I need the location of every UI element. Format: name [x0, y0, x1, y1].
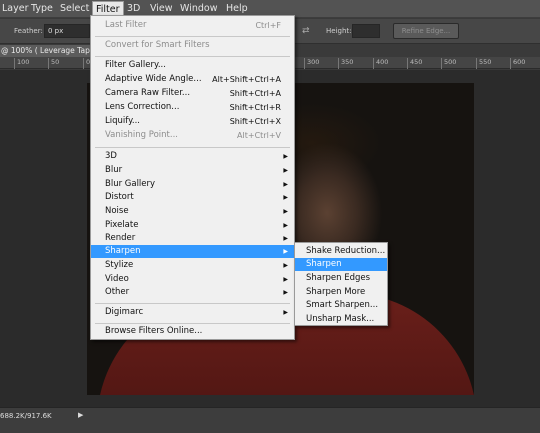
- menu-item-stylize[interactable]: Stylize ▶: [91, 259, 294, 272]
- menu-item-shortcut: Ctrl+F: [255, 21, 281, 30]
- menu-separator: [95, 56, 290, 57]
- submenu-arrow-icon: ▶: [283, 235, 288, 242]
- menu-item-label: Video: [105, 274, 129, 284]
- menu-separator: [95, 147, 290, 148]
- submenu-item-sharpen[interactable]: Sharpen: [295, 258, 387, 271]
- menu-item-label: Sharpen: [105, 246, 141, 256]
- menu-item-3d[interactable]: 3D ▶: [91, 150, 294, 163]
- submenu-item-smart-sharpen[interactable]: Smart Sharpen...: [295, 299, 387, 312]
- menu-item-other[interactable]: Other ▶: [91, 286, 294, 299]
- submenu-arrow-icon: ▶: [283, 248, 288, 255]
- feather-label: Feather:: [14, 27, 43, 35]
- sharpen-submenu: Shake Reduction... Sharpen Sharpen Edges…: [294, 242, 388, 326]
- menu-item-label: Filter Gallery...: [105, 60, 166, 70]
- menu-item-camera-raw[interactable]: Camera Raw Filter... Shift+Ctrl+A: [91, 87, 294, 100]
- menu-item-shortcut: Shift+Ctrl+X: [229, 117, 281, 126]
- ruler-tick: 550: [476, 58, 491, 69]
- submenu-arrow-icon: ▶: [283, 262, 288, 269]
- menu-item-label: Adaptive Wide Angle...: [105, 74, 202, 84]
- document-tab[interactable]: @ 100% ( Leverage Tap Op: [0, 45, 90, 57]
- swap-icon[interactable]: ⇄: [302, 26, 310, 36]
- menu-item-label: Vanishing Point...: [105, 130, 178, 140]
- feather-input[interactable]: 0 px: [44, 24, 90, 38]
- menu-item-label: Browse Filters Online...: [105, 326, 203, 336]
- submenu-arrow-icon: ▶: [283, 289, 288, 296]
- menu-item-lens-correction[interactable]: Lens Correction... Shift+Ctrl+R: [91, 101, 294, 114]
- submenu-item-unsharp-mask[interactable]: Unsharp Mask...: [295, 313, 387, 326]
- menu-item-label: Convert for Smart Filters: [105, 40, 210, 50]
- menu-item-pixelate[interactable]: Pixelate ▶: [91, 219, 294, 232]
- status-menu-arrow-icon[interactable]: ▶: [78, 411, 83, 419]
- ruler-tick: 50: [48, 58, 59, 69]
- menu-item-vanishing-point[interactable]: Vanishing Point... Alt+Ctrl+V: [91, 129, 294, 142]
- menu-item-label: Liquify...: [105, 116, 141, 126]
- menu-separator: [95, 36, 290, 37]
- menu-item-label: Blur Gallery: [105, 179, 156, 189]
- refine-edge-button[interactable]: Refine Edge...: [393, 23, 459, 39]
- ruler-tick: 450: [407, 58, 422, 69]
- submenu-item-sharpen-more[interactable]: Sharpen More: [295, 286, 387, 299]
- submenu-arrow-icon: ▶: [283, 208, 288, 215]
- status-bar: 688.2K/917.6K ▶: [0, 407, 540, 433]
- menu-item-browse-filters-online[interactable]: Browse Filters Online...: [91, 325, 294, 338]
- submenu-arrow-icon: ▶: [283, 276, 288, 283]
- height-label: Height:: [326, 27, 352, 35]
- menu-item-label: Blur: [105, 165, 123, 175]
- menu-item-label: Render: [105, 233, 136, 243]
- menu-item-label: 3D: [105, 151, 117, 161]
- menu-item-adaptive-wide-angle[interactable]: Adaptive Wide Angle... Alt+Shift+Ctrl+A: [91, 73, 294, 86]
- menu-item-shortcut: Alt+Shift+Ctrl+A: [212, 75, 281, 84]
- menu-item-liquify[interactable]: Liquify... Shift+Ctrl+X: [91, 115, 294, 128]
- menu-item-shortcut: Alt+Ctrl+V: [237, 131, 281, 140]
- height-input[interactable]: [352, 24, 380, 38]
- menu-item-blur[interactable]: Blur ▶: [91, 164, 294, 177]
- submenu-arrow-icon: ▶: [283, 181, 288, 188]
- menu-item-video[interactable]: Video ▶: [91, 273, 294, 286]
- menu-item-filter-gallery[interactable]: Filter Gallery...: [91, 59, 294, 72]
- menu-item-label: Other: [105, 287, 130, 297]
- menu-item-shortcut: Shift+Ctrl+A: [229, 89, 281, 98]
- menu-item-blur-gallery[interactable]: Blur Gallery ▶: [91, 178, 294, 191]
- menu-type[interactable]: Type: [28, 3, 56, 17]
- ruler-tick: 300: [304, 58, 319, 69]
- ruler-tick: 500: [441, 58, 456, 69]
- menu-item-digimarc[interactable]: Digimarc ▶: [91, 306, 294, 319]
- submenu-item-shake-reduction[interactable]: Shake Reduction...: [295, 245, 387, 258]
- menu-item-distort[interactable]: Distort ▶: [91, 191, 294, 204]
- submenu-item-sharpen-edges[interactable]: Sharpen Edges: [295, 272, 387, 285]
- submenu-arrow-icon: ▶: [283, 222, 288, 229]
- menu-separator: [95, 303, 290, 304]
- ruler-tick: 350: [338, 58, 353, 69]
- filter-menu: Last Filter Ctrl+F Convert for Smart Fil…: [90, 15, 295, 340]
- menu-item-label: Last Filter: [105, 20, 147, 30]
- menu-layer[interactable]: Layer: [0, 3, 32, 17]
- submenu-arrow-icon: ▶: [283, 153, 288, 160]
- doc-size-readout: 688.2K/917.6K: [0, 412, 52, 420]
- menu-item-label: Camera Raw Filter...: [105, 88, 191, 98]
- menu-item-label: Distort: [105, 192, 134, 202]
- menu-item-label: Pixelate: [105, 220, 139, 230]
- submenu-arrow-icon: ▶: [283, 167, 288, 174]
- menu-item-last-filter[interactable]: Last Filter Ctrl+F: [91, 19, 294, 32]
- menu-item-convert-smart-filters[interactable]: Convert for Smart Filters: [91, 39, 294, 52]
- menu-item-label: Lens Correction...: [105, 102, 180, 112]
- ruler-tick: 100: [14, 58, 29, 69]
- menu-item-shortcut: Shift+Ctrl+R: [229, 103, 281, 112]
- submenu-arrow-icon: ▶: [283, 194, 288, 201]
- menu-separator: [95, 323, 290, 324]
- menu-item-noise[interactable]: Noise ▶: [91, 205, 294, 218]
- ruler-tick: 400: [373, 58, 388, 69]
- ruler-tick: 600: [510, 58, 525, 69]
- menu-item-render[interactable]: Render ▶: [91, 232, 294, 245]
- menu-item-sharpen[interactable]: Sharpen ▶: [91, 245, 294, 258]
- menu-item-label: Digimarc: [105, 307, 144, 317]
- submenu-arrow-icon: ▶: [283, 309, 288, 316]
- menu-select[interactable]: Select: [57, 3, 92, 17]
- menu-item-label: Noise: [105, 206, 129, 216]
- menu-item-label: Stylize: [105, 260, 134, 270]
